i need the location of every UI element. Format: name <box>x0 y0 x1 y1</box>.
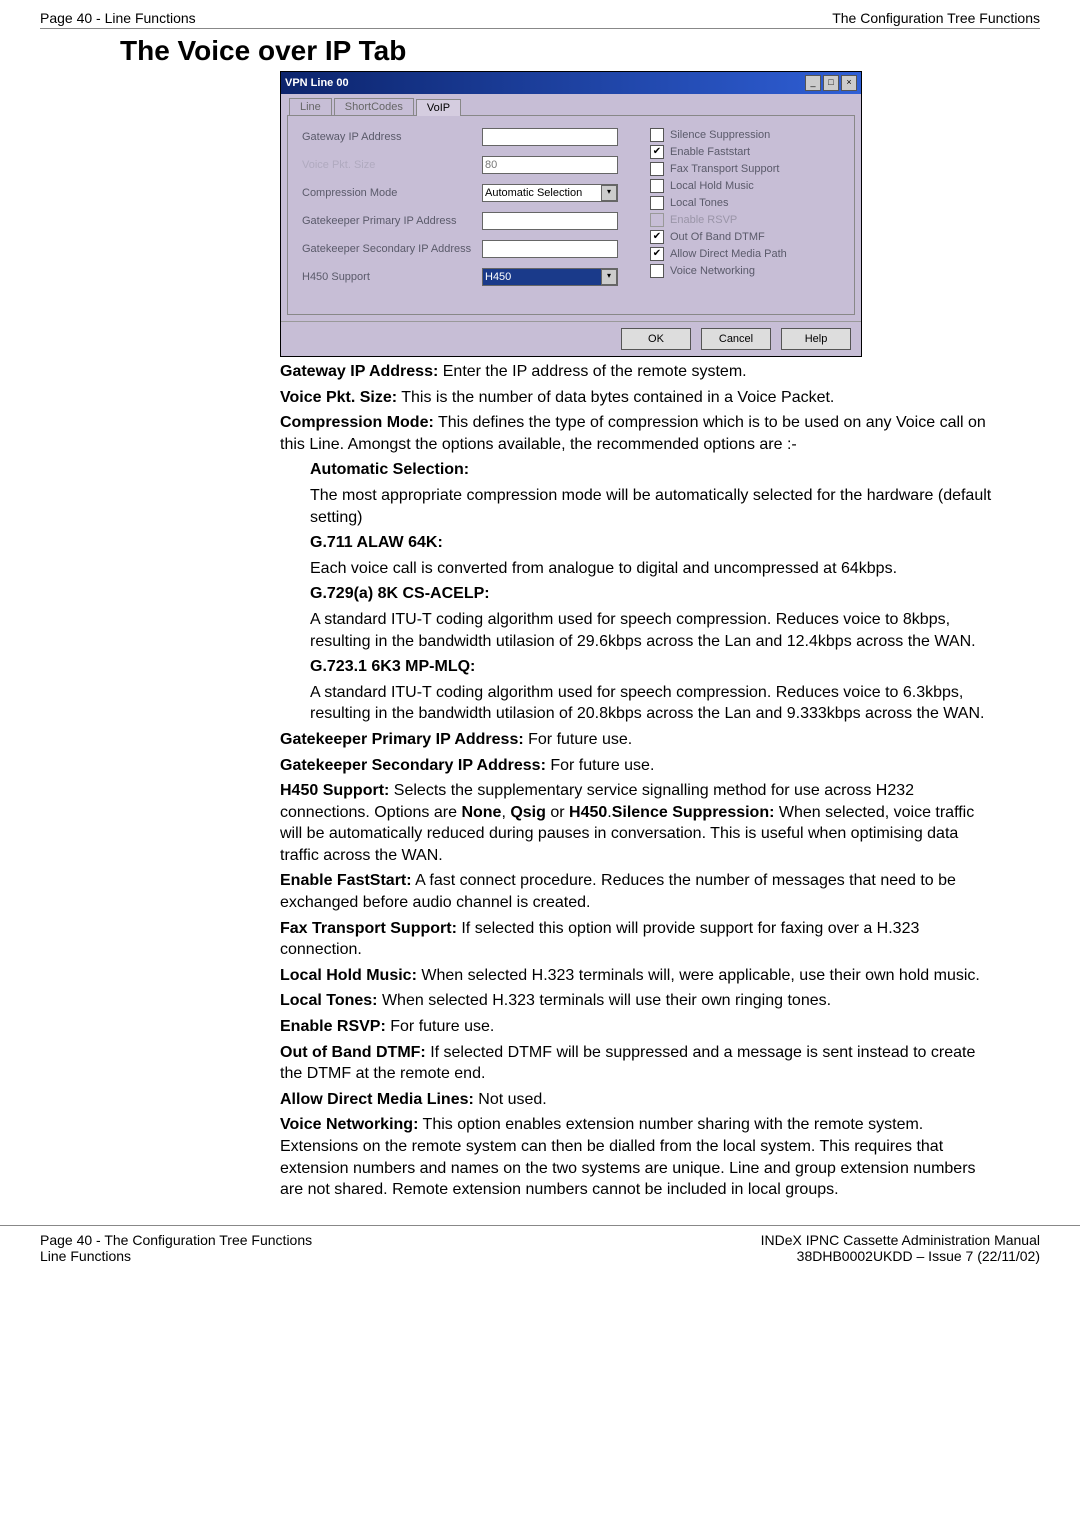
lbl-localhold: Local Hold Music: <box>280 967 417 984</box>
tab-line[interactable]: Line <box>289 98 332 115</box>
lbl-silence: Silence Suppression: <box>612 804 775 821</box>
footer-right-2: 38DHB0002UKDD – Issue 7 (22/11/02) <box>761 1248 1040 1264</box>
header-right: The Configuration Tree Functions <box>832 10 1040 26</box>
opt-h450: H450 <box>569 804 607 821</box>
tab-shortcodes[interactable]: ShortCodes <box>334 98 414 115</box>
label-gk-secondary: Gatekeeper Secondary IP Address <box>302 243 482 255</box>
desc-voice-pkt: This is the number of data bytes contain… <box>397 389 834 406</box>
tab-strip: Line ShortCodes VoIP <box>289 98 861 115</box>
page-header: Page 40 - Line Functions The Configurati… <box>40 10 1040 29</box>
desc-gk-sec: For future use. <box>546 757 655 774</box>
page-footer: Page 40 - The Configuration Tree Functio… <box>0 1225 1080 1274</box>
lbl-gk-sec: Gatekeeper Secondary IP Address: <box>280 757 546 774</box>
check-label-oob-dtmf: Out Of Band DTMF <box>670 231 765 243</box>
lbl-h450: H450 Support: <box>280 782 389 799</box>
lbl-fax: Fax Transport Support: <box>280 920 457 937</box>
check-label-silence: Silence Suppression <box>670 129 770 141</box>
minimize-icon[interactable]: _ <box>805 75 821 91</box>
label-gk-primary: Gatekeeper Primary IP Address <box>302 215 482 227</box>
lbl-gateway: Gateway IP Address: <box>280 363 438 380</box>
lbl-g723: G.723.1 6K3 MP-MLQ: <box>310 658 475 675</box>
lbl-oob: Out of Band DTMF: <box>280 1044 426 1061</box>
header-left: Page 40 - Line Functions <box>40 10 196 26</box>
label-compression: Compression Mode <box>302 187 482 199</box>
check-label-localtones: Local Tones <box>670 197 729 209</box>
lbl-localtones: Local Tones: <box>280 992 378 1009</box>
dialog-button-bar: OK Cancel Help <box>281 321 861 356</box>
lbl-auto: Automatic Selection: <box>310 461 469 478</box>
lbl-adm: Allow Direct Media Lines: <box>280 1091 474 1108</box>
lbl-g729: G.729(a) 8K CS-ACELP: <box>310 585 490 602</box>
desc-auto: The most appropriate compression mode wi… <box>310 485 1000 528</box>
desc-localtones: When selected H.323 terminals will use t… <box>378 992 832 1009</box>
voip-panel: Gateway IP Address Voice Pkt. Size Compr… <box>287 115 855 315</box>
footer-right-1: INDeX IPNC Cassette Administration Manua… <box>761 1232 1040 1248</box>
section-title: The Voice over IP Tab <box>120 35 1040 67</box>
lbl-rsvp: Enable RSVP: <box>280 1018 386 1035</box>
check-label-allow-media: Allow Direct Media Path <box>670 248 787 260</box>
lbl-g711: G.711 ALAW 64K: <box>310 534 443 551</box>
check-label-localhold: Local Hold Music <box>670 180 754 192</box>
close-icon[interactable]: × <box>841 75 857 91</box>
opt-qsig: Qsig <box>510 804 546 821</box>
lbl-compression: Compression Mode: <box>280 414 434 431</box>
footer-left-1: Page 40 - The Configuration Tree Functio… <box>40 1232 312 1248</box>
voice-pkt-input[interactable] <box>482 156 618 174</box>
tab-voip[interactable]: VoIP <box>416 99 461 116</box>
chevron-down-icon[interactable]: ▾ <box>601 185 617 201</box>
ok-button[interactable]: OK <box>621 328 691 350</box>
cancel-button[interactable]: Cancel <box>701 328 771 350</box>
gk-secondary-input[interactable] <box>482 240 618 258</box>
lbl-faststart: Enable FastStart: <box>280 872 412 889</box>
checkbox-voice-net[interactable] <box>650 264 664 278</box>
check-label-faststart: Enable Faststart <box>670 146 750 158</box>
label-gateway: Gateway IP Address <box>302 131 482 143</box>
label-h450: H450 Support <box>302 271 482 283</box>
opt-none: None <box>461 804 501 821</box>
h450-select[interactable] <box>482 268 618 286</box>
lbl-gk-prim: Gatekeeper Primary IP Address: <box>280 731 524 748</box>
checkbox-rsvp <box>650 213 664 227</box>
label-voice-pkt: Voice Pkt. Size <box>302 159 482 171</box>
desc-g729: A standard ITU-T coding algorithm used f… <box>310 609 1000 652</box>
dialog-titlebar: VPN Line 00 _ □ × <box>281 72 861 94</box>
maximize-icon[interactable]: □ <box>823 75 839 91</box>
checkbox-oob-dtmf[interactable]: ✔ <box>650 230 664 244</box>
desc-localhold: When selected H.323 terminals will, were… <box>417 967 980 984</box>
desc-gk-prim: For future use. <box>524 731 633 748</box>
lbl-voice-pkt: Voice Pkt. Size: <box>280 389 397 406</box>
desc-rsvp: For future use. <box>386 1018 495 1035</box>
lbl-voicenet: Voice Networking: <box>280 1116 418 1133</box>
footer-left-2: Line Functions <box>40 1248 312 1264</box>
compression-select[interactable] <box>482 184 618 202</box>
gateway-ip-input[interactable] <box>482 128 618 146</box>
checkbox-allow-media[interactable]: ✔ <box>650 247 664 261</box>
desc-gateway: Enter the IP address of the remote syste… <box>438 363 746 380</box>
vpn-line-dialog: VPN Line 00 _ □ × Line ShortCodes VoIP G… <box>280 71 862 357</box>
checkbox-silence[interactable] <box>650 128 664 142</box>
checkbox-fax[interactable] <box>650 162 664 176</box>
check-label-fax: Fax Transport Support <box>670 163 779 175</box>
desc-g711: Each voice call is converted from analog… <box>310 558 1000 580</box>
desc-adm: Not used. <box>474 1091 547 1108</box>
check-label-voice-net: Voice Networking <box>670 265 755 277</box>
desc-g723: A standard ITU-T coding algorithm used f… <box>310 682 1000 725</box>
gk-primary-input[interactable] <box>482 212 618 230</box>
check-label-rsvp: Enable RSVP <box>670 214 737 226</box>
dialog-title: VPN Line 00 <box>285 77 349 89</box>
help-button[interactable]: Help <box>781 328 851 350</box>
body-text: Gateway IP Address: Enter the IP address… <box>280 361 1000 1201</box>
chevron-down-icon[interactable]: ▾ <box>601 269 617 285</box>
checkbox-localtones[interactable] <box>650 196 664 210</box>
checkbox-localhold[interactable] <box>650 179 664 193</box>
checkbox-faststart[interactable]: ✔ <box>650 145 664 159</box>
